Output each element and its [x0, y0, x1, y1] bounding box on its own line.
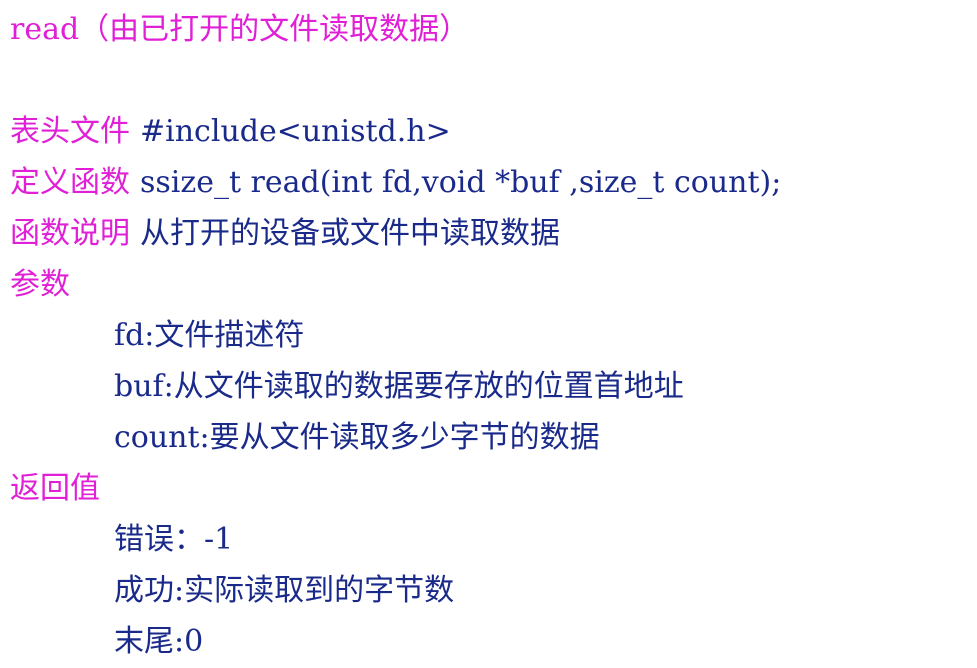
header-value: #include<unistd.h>: [140, 114, 451, 149]
definition-value: ssize_t read(int fd,void *buf ,size_t co…: [140, 165, 782, 200]
page-title: read（由已打开的文件读取数据）: [10, 12, 470, 47]
param-item: buf:从文件读取的数据要存放的位置首地址: [114, 369, 684, 404]
header-row: 表头文件 #include<unistd.h>: [10, 106, 970, 157]
definition-label: 定义函数: [10, 165, 130, 200]
param-item: count:要从文件读取多少字节的数据: [114, 420, 600, 455]
document-body: read（由已打开的文件读取数据） 表头文件 #include<unistd.h>…: [10, 4, 970, 667]
description-row: 函数说明 从打开的设备或文件中读取数据: [10, 208, 970, 259]
return-item: 错误：-1: [114, 522, 234, 557]
definition-row: 定义函数 ssize_t read(int fd,void *buf ,size_…: [10, 157, 970, 208]
header-label: 表头文件: [10, 114, 130, 149]
description-value: 从打开的设备或文件中读取数据: [140, 216, 560, 251]
return-item: 末尾:0: [114, 624, 204, 659]
return-label: 返回值: [10, 471, 100, 506]
param-item: fd:文件描述符: [114, 318, 305, 353]
return-item: 成功:实际读取到的字节数: [114, 573, 455, 608]
params-label: 参数: [10, 267, 70, 302]
description-label: 函数说明: [10, 216, 130, 251]
